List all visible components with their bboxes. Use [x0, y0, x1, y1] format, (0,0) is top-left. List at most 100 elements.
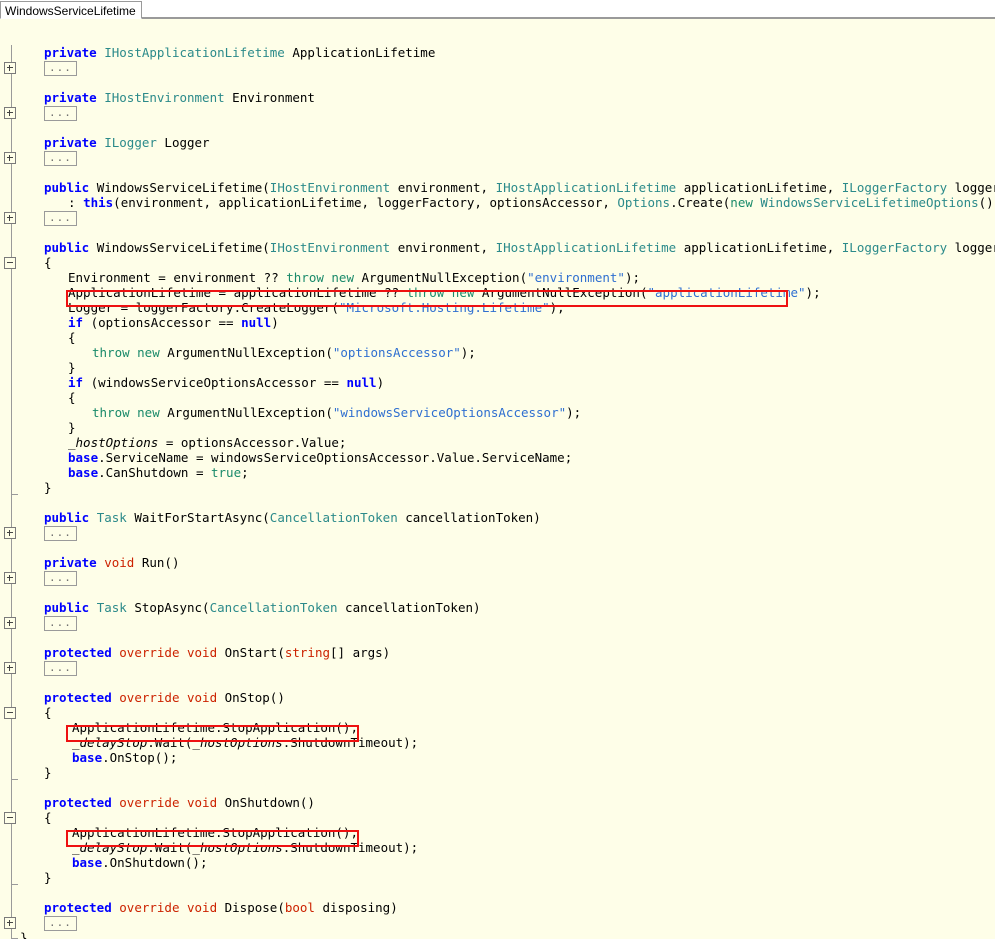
code-token: WindowsServiceLifetime	[96, 180, 263, 195]
code-token: );	[805, 285, 821, 300]
collapsed-region-button[interactable]: ...	[44, 526, 77, 541]
code-token: "applicationLifetime"	[647, 285, 806, 300]
expand-region-icon[interactable]	[4, 62, 16, 74]
expand-region-icon[interactable]	[4, 662, 16, 674]
code-line: }	[44, 765, 52, 780]
code-token: (optionsAccessor ==	[90, 315, 242, 330]
expand-region-icon[interactable]	[4, 617, 16, 629]
code-line: : this(environment, applicationLifetime,…	[68, 195, 995, 210]
collapsed-region-button[interactable]: ...	[44, 106, 77, 121]
code-line: {	[44, 255, 52, 270]
expand-region-icon[interactable]	[4, 527, 16, 539]
collapse-region-icon[interactable]	[4, 707, 16, 719]
code-line: protected override void Dispose(bool dis…	[44, 900, 398, 915]
code-token: _delayStop	[72, 735, 148, 750]
code-token: "windowsServiceOptionsAccessor"	[332, 405, 567, 420]
code-token: ApplicationLifetime = applicationLifetim…	[68, 285, 407, 300]
code-line: ...	[44, 150, 77, 166]
code-line: base.CanShutdown = true;	[68, 465, 249, 480]
code-token: override void	[119, 900, 218, 915]
code-token: null	[241, 315, 272, 330]
expand-region-icon[interactable]	[4, 107, 16, 119]
code-token: public	[44, 600, 97, 615]
collapsed-region-button[interactable]: ...	[44, 571, 77, 586]
code-token: string	[284, 645, 330, 660]
expand-region-icon[interactable]	[4, 917, 16, 929]
code-line: base.OnShutdown();	[72, 855, 207, 870]
code-line: }	[68, 360, 76, 375]
code-token: IHostApplicationLifetime	[104, 45, 285, 60]
code-token: private	[44, 135, 105, 150]
code-line: ...	[44, 615, 77, 631]
code-token: .ShutdownTimeout);	[282, 840, 419, 855]
code-line: }	[68, 420, 76, 435]
code-token: ILoggerFactory	[841, 240, 948, 255]
code-line: public WindowsServiceLifetime(IHostEnvir…	[44, 180, 995, 195]
code-token: (	[262, 240, 270, 255]
code-content[interactable]: private IHostApplicationLifetime Applica…	[20, 19, 995, 939]
collapsed-region-button[interactable]: ...	[44, 211, 77, 226]
code-line: private ILogger Logger	[44, 135, 210, 150]
code-token: this	[83, 195, 114, 210]
code-token: {	[44, 810, 52, 825]
code-token: {	[68, 390, 76, 405]
code-line: {	[68, 390, 76, 405]
code-line: ...	[44, 210, 77, 226]
expand-region-icon[interactable]	[4, 572, 16, 584]
code-token: (windowsServiceOptionsAccessor ==	[90, 375, 347, 390]
code-token: protected	[44, 795, 120, 810]
code-line: Environment = environment ?? throw new A…	[68, 270, 640, 285]
collapsed-region-button[interactable]: ...	[44, 661, 77, 676]
code-token: disposing)	[314, 900, 398, 915]
code-line: base.ServiceName = windowsServiceOptions…	[68, 450, 572, 465]
code-token: {	[44, 255, 52, 270]
code-token: Logger = loggerFactory.CreateLogger(	[68, 300, 339, 315]
code-line: ...	[44, 105, 77, 121]
code-token: _hostOptions	[192, 840, 283, 855]
code-line: {	[44, 810, 52, 825]
code-token: (	[639, 285, 648, 300]
code-token: ApplicationLifetime.StopApplication();	[72, 720, 358, 735]
code-token: if	[68, 315, 91, 330]
code-token: Run()	[134, 555, 180, 570]
code-line: throw new ArgumentNullException("options…	[92, 345, 476, 360]
code-token: ILoggerFactory	[841, 180, 948, 195]
collapsed-region-button[interactable]: ...	[44, 151, 77, 166]
code-token: IHostEnvironment	[269, 180, 391, 195]
outlining-gutter[interactable]	[0, 19, 22, 939]
code-token: applicationLifetime,	[676, 180, 842, 195]
code-line: private IHostEnvironment Environment	[44, 90, 315, 105]
code-token: Task	[96, 600, 127, 615]
code-line: {	[68, 330, 76, 345]
code-line: throw new ArgumentNullException("windows…	[92, 405, 581, 420]
code-token: WindowsServiceLifetime	[96, 240, 263, 255]
collapsed-region-button[interactable]: ...	[44, 616, 77, 631]
code-token: environment,	[390, 180, 496, 195]
code-token: (	[325, 405, 333, 420]
code-line: ...	[44, 660, 77, 676]
collapsed-region-button[interactable]: ...	[44, 916, 77, 931]
code-token: ArgumentNullException	[167, 405, 326, 420]
code-token: null	[346, 375, 377, 390]
collapsed-region-button[interactable]: ...	[44, 61, 77, 76]
code-token: );	[624, 270, 640, 285]
expand-region-icon[interactable]	[4, 152, 16, 164]
code-token: IHostEnvironment	[104, 90, 225, 105]
code-token: Dispose(	[217, 900, 285, 915]
code-token: loggerFactory,	[954, 240, 995, 255]
collapse-region-icon[interactable]	[4, 257, 16, 269]
code-line: }	[44, 480, 52, 495]
outlining-rail	[11, 45, 12, 939]
code-token: base	[72, 750, 103, 765]
code-line: private IHostApplicationLifetime Applica…	[44, 45, 435, 60]
collapse-region-icon[interactable]	[4, 812, 16, 824]
code-token: applicationLifetime,	[676, 240, 842, 255]
code-token: }	[20, 930, 28, 939]
code-token: );	[566, 405, 582, 420]
code-token: }	[44, 765, 52, 780]
expand-region-icon[interactable]	[4, 212, 16, 224]
tab-windows-service-lifetime[interactable]: WindowsServiceLifetime	[0, 1, 142, 19]
code-editor[interactable]: private IHostApplicationLifetime Applica…	[0, 19, 995, 939]
code-token: "Microsoft.Hosting.Lifetime"	[338, 300, 550, 315]
editor-tab-strip: WindowsServiceLifetime	[0, 0, 995, 19]
